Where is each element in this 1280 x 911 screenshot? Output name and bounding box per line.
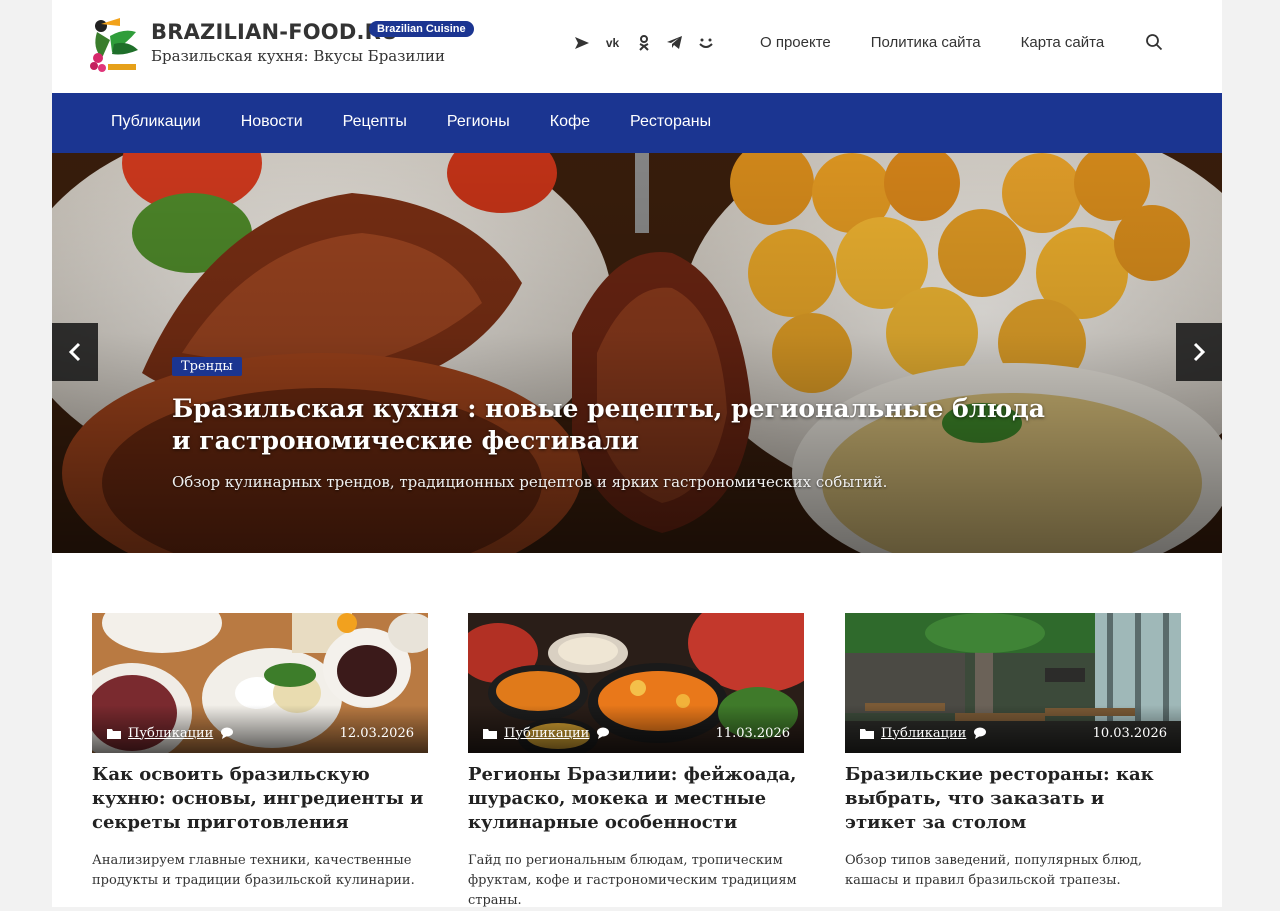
article-date: 12.03.2026 (339, 725, 414, 741)
article-date: 10.03.2026 (1092, 725, 1167, 741)
odnoklassniki-icon[interactable] (634, 33, 653, 52)
chevron-right-icon (1193, 342, 1206, 362)
nav-recipes[interactable]: Рецепты (343, 113, 407, 131)
article-card[interactable]: Публикации 11.03.2026 Регионы Бразилии: … (468, 613, 804, 908)
nav-coffee[interactable]: Кофе (550, 113, 590, 131)
chevron-left-icon (68, 342, 81, 362)
top-nav: О проекте Политика сайта Карта сайта (760, 34, 1144, 51)
article-card[interactable]: Публикации 10.03.2026 Бразильские рестор… (845, 613, 1181, 888)
article-excerpt: Гайд по региональным блюдам, тропическим… (468, 853, 797, 908)
article-title[interactable]: Бразильские рестораны: как выбрать, что … (845, 763, 1181, 835)
hero-description: Обзор кулинарных трендов, традиционных р… (172, 473, 888, 491)
article-meta: Публикации 11.03.2026 (483, 725, 790, 741)
site-name[interactable]: BRAZILIAN-FOOD.RU (151, 20, 398, 44)
social-links: vk (572, 33, 715, 52)
article-thumbnail[interactable]: Публикации 12.03.2026 (92, 613, 428, 753)
site-badge: Brazilian Cuisine (369, 21, 474, 37)
comments-icon (221, 727, 234, 739)
folder-icon (483, 728, 497, 739)
toucan-logo-icon[interactable] (90, 14, 142, 74)
telegram-icon[interactable] (665, 33, 684, 52)
article-card[interactable]: Публикации 12.03.2026 Как освоить бразил… (92, 613, 428, 888)
top-nav-sitemap[interactable]: Карта сайта (1021, 34, 1105, 51)
nav-publications[interactable]: Публикации (111, 113, 201, 131)
hero-title[interactable]: Бразильская кухня : новые рецепты, регио… (172, 393, 1072, 457)
article-date: 11.03.2026 (715, 725, 790, 741)
page: BRAZILIAN-FOOD.RU Brazilian Cuisine Браз… (52, 0, 1222, 908)
folder-icon (107, 728, 121, 739)
top-nav-policy[interactable]: Политика сайта (871, 34, 981, 51)
folder-icon (860, 728, 874, 739)
article-excerpt: Обзор типов заведений, популярных блюд, … (845, 853, 1143, 888)
article-title[interactable]: Регионы Бразилии: фейжоада, шураско, мок… (468, 763, 804, 835)
top-nav-about[interactable]: О проекте (760, 34, 831, 51)
slider-prev-button[interactable] (52, 323, 98, 381)
article-category[interactable]: Публикации (504, 726, 589, 741)
main-nav: Публикации Новости Рецепты Регионы Кофе … (52, 93, 1222, 153)
article-title[interactable]: Как освоить бразильскую кухню: основы, и… (92, 763, 428, 835)
slider-next-button[interactable] (1176, 323, 1222, 381)
comments-icon (974, 727, 987, 739)
vk-icon[interactable]: vk (603, 33, 622, 52)
hero-slider[interactable]: Тренды Бразильская кухня : новые рецепты… (52, 153, 1222, 553)
article-meta: Публикации 12.03.2026 (107, 725, 414, 741)
smile-icon[interactable] (696, 33, 715, 52)
article-category[interactable]: Публикации (128, 726, 213, 741)
brand: BRAZILIAN-FOOD.RU Brazilian Cuisine (151, 20, 474, 44)
article-category[interactable]: Публикации (881, 726, 966, 741)
comments-icon (597, 727, 610, 739)
nav-news[interactable]: Новости (241, 113, 303, 131)
article-thumbnail[interactable]: Публикации 10.03.2026 (845, 613, 1181, 753)
site-header: BRAZILIAN-FOOD.RU Brazilian Cuisine Браз… (52, 0, 1222, 93)
nav-restaurants[interactable]: Рестораны (630, 113, 711, 131)
site-tagline: Бразильская кухня: Вкусы Бразилии (151, 47, 445, 65)
hero-overlay (52, 153, 1222, 553)
article-meta: Публикации 10.03.2026 (860, 725, 1167, 741)
article-thumbnail[interactable]: Публикации 11.03.2026 (468, 613, 804, 753)
article-excerpt: Анализируем главные техники, качественны… (92, 853, 415, 888)
nav-regions[interactable]: Регионы (447, 113, 510, 131)
telegram-send-icon[interactable] (572, 33, 591, 52)
hero-category-tag[interactable]: Тренды (172, 357, 242, 376)
search-icon[interactable] (1145, 33, 1163, 51)
